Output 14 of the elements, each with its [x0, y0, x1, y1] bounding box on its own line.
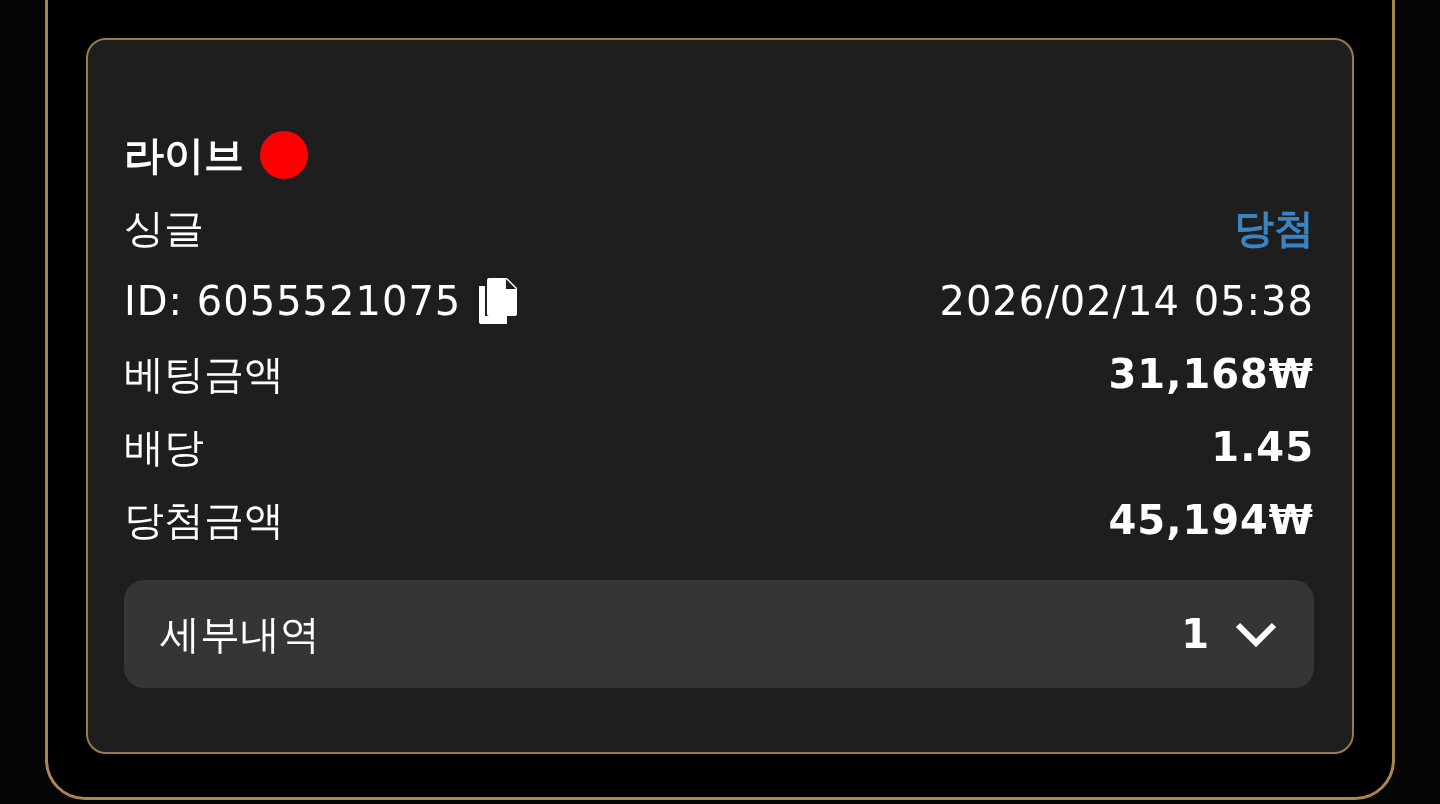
field-value: 45,194₩ [1108, 499, 1314, 540]
bet-result-status: 당첨 [1234, 207, 1314, 248]
bet-id-text: ID: 6055521075 [124, 280, 462, 321]
bet-datetime: 2026/02/14 05:38 [939, 280, 1314, 321]
bet-type-title: 라이브 [124, 134, 244, 175]
details-count: 1 [1181, 614, 1210, 654]
field-label: 당첨금액 [124, 499, 284, 540]
field-value: 31,168₩ [1108, 353, 1314, 394]
bet-market-label: 싱글 [124, 207, 204, 248]
field-label: 베팅금액 [124, 353, 284, 394]
copy-icon[interactable] [477, 275, 520, 326]
field-label: 배당 [124, 426, 204, 467]
field-value: 1.45 [1211, 426, 1314, 467]
details-toggle-button[interactable]: 세부내역 1 [124, 580, 1314, 688]
